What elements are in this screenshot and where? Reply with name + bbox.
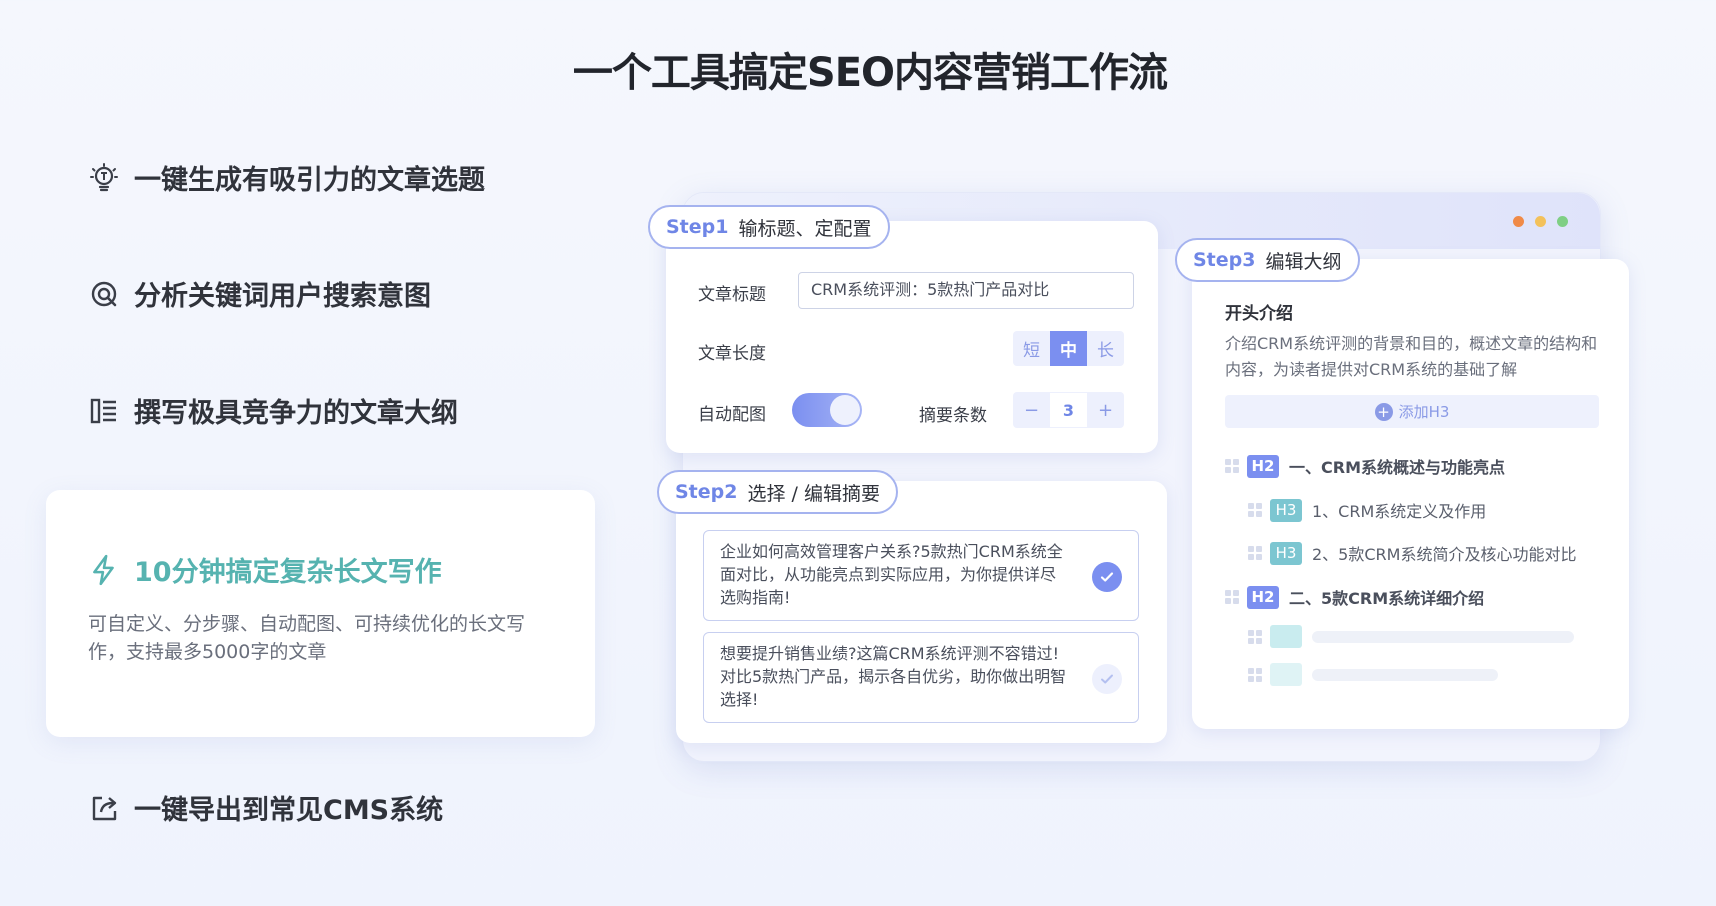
article-title-input[interactable]: CRM系统评测：5款热门产品对比 xyxy=(798,272,1134,309)
feature-cms-export[interactable]: 一键导出到常见CMS系统 xyxy=(88,788,443,827)
plus-icon: + xyxy=(1374,402,1393,421)
step-label: 编辑大纲 xyxy=(1265,250,1342,273)
summary-text: 企业如何高效管理客户关系?5款热门CRM系统全面对比，从功能亮点到实际应用，为你… xyxy=(720,542,1063,607)
increment-button[interactable]: + xyxy=(1087,392,1124,428)
window-maximize-dot[interactable] xyxy=(1557,216,1568,227)
length-option-long[interactable]: 长 xyxy=(1087,331,1124,366)
feature-card-longform[interactable]: 10分钟搞定复杂长文写作 可自定义、分步骤、自动配图、可持续优化的长文写作，支持… xyxy=(46,490,595,737)
feature-card-title: 10分钟搞定复杂长文写作 xyxy=(134,557,442,588)
step-number: Step1 xyxy=(666,216,729,238)
outline-text: 2、5款CRM系统简介及核心功能对比 xyxy=(1312,545,1577,564)
placeholder-tag xyxy=(1270,625,1302,648)
heading-tag: H3 xyxy=(1270,498,1302,522)
outline-text: 1、CRM系统定义及作用 xyxy=(1312,502,1487,521)
add-h3-button[interactable]: + 添加H3 xyxy=(1225,395,1599,428)
search-target-icon xyxy=(88,278,120,310)
window-minimize-dot[interactable] xyxy=(1535,216,1546,227)
feature-topic-generation[interactable]: 一键生成有吸引力的文章选题 xyxy=(88,158,485,197)
step-label: 选择 / 编辑摘要 xyxy=(747,482,880,505)
step2-panel: 企业如何高效管理客户关系?5款热门CRM系统全面对比，从功能亮点到实际应用，为你… xyxy=(676,481,1167,743)
outline-item-h2[interactable]: H2 一、CRM系统概述与功能亮点 xyxy=(1225,454,1505,478)
step1-panel: 文章标题 CRM系统评测：5款热门产品对比 文章长度 短 中 长 自动配图 摘要… xyxy=(666,221,1158,453)
outline-item-h2[interactable]: H2 二、5款CRM系统详细介绍 xyxy=(1225,585,1484,609)
feature-label: 撰写极具竞争力的文章大纲 xyxy=(134,398,458,429)
length-option-medium[interactable]: 中 xyxy=(1050,331,1087,366)
window-close-dot[interactable] xyxy=(1513,216,1524,227)
intro-text: 介绍CRM系统评测的背景和目的，概述文章的结构和内容，为读者提供对CRM系统的基… xyxy=(1225,334,1598,379)
feature-outline-writing[interactable]: 撰写极具竞争力的文章大纲 xyxy=(88,391,458,430)
toggle-knob xyxy=(830,395,860,425)
decrement-button[interactable]: − xyxy=(1013,392,1050,428)
length-option-short[interactable]: 短 xyxy=(1013,331,1050,366)
outline-icon xyxy=(88,395,120,427)
outline-item-h3[interactable]: H3 2、5款CRM系统简介及核心功能对比 xyxy=(1248,541,1576,565)
outline-text: 一、CRM系统概述与功能亮点 xyxy=(1289,458,1505,477)
summary-count-label: 摘要条数 xyxy=(919,406,987,426)
step3-pill: Step3 编辑大纲 xyxy=(1175,238,1360,282)
heading-tag: H3 xyxy=(1270,541,1302,565)
step1-pill: Step1 输标题、定配置 xyxy=(648,205,890,249)
add-h3-label: 添加H3 xyxy=(1398,403,1450,421)
step-number: Step2 xyxy=(675,481,738,503)
auto-image-label: 自动配图 xyxy=(698,405,766,425)
placeholder-line xyxy=(1312,668,1498,681)
auto-image-toggle[interactable] xyxy=(792,393,862,427)
summary-count-stepper: − 3 + xyxy=(1013,392,1124,428)
summary-option[interactable]: 企业如何高效管理客户关系?5款热门CRM系统全面对比，从功能亮点到实际应用，为你… xyxy=(703,530,1139,621)
drag-handle-icon xyxy=(1248,667,1262,682)
step-label: 输标题、定配置 xyxy=(738,217,872,240)
feature-search-intent[interactable]: 分析关键词用户搜索意图 xyxy=(88,274,431,313)
feature-label: 分析关键词用户搜索意图 xyxy=(134,281,431,312)
summary-option[interactable]: 想要提升销售业绩?这篇CRM系统评测不容错过!对比5款热门产品，揭示各自优劣，助… xyxy=(703,632,1139,723)
feature-label: 一键生成有吸引力的文章选题 xyxy=(134,165,485,196)
check-icon[interactable] xyxy=(1092,664,1122,694)
summary-text: 想要提升销售业绩?这篇CRM系统评测不容错过!对比5款热门产品，揭示各自优劣，助… xyxy=(720,644,1067,709)
export-icon xyxy=(88,792,120,824)
step2-pill: Step2 选择 / 编辑摘要 xyxy=(657,470,898,514)
summary-count-value[interactable]: 3 xyxy=(1050,392,1087,428)
step3-panel: 开头介绍 介绍CRM系统评测的背景和目的，概述文章的结构和内容，为读者提供对CR… xyxy=(1192,259,1629,729)
intro-title: 开头介绍 xyxy=(1225,304,1293,324)
outline-placeholder-row xyxy=(1248,625,1574,648)
title-label: 文章标题 xyxy=(698,285,766,305)
feature-label: 一键导出到常见CMS系统 xyxy=(134,795,444,826)
drag-handle-icon xyxy=(1248,629,1262,644)
outline-item-h3[interactable]: H3 1、CRM系统定义及作用 xyxy=(1248,498,1486,522)
page-title: 一个工具搞定SEO内容营销工作流 xyxy=(572,50,1168,96)
placeholder-line xyxy=(1312,630,1574,643)
feature-card-desc: 可自定义、分步骤、自动配图、可持续优化的长文写作，支持最多5000字的文章 xyxy=(88,613,526,663)
drag-handle-icon[interactable] xyxy=(1225,459,1239,473)
length-label: 文章长度 xyxy=(698,344,766,364)
drag-handle-icon[interactable] xyxy=(1225,590,1239,604)
outline-text: 二、5款CRM系统详细介绍 xyxy=(1289,589,1485,608)
lightbulb-icon xyxy=(88,162,120,194)
heading-tag: H2 xyxy=(1247,454,1279,478)
lightning-icon xyxy=(88,554,120,586)
step-number: Step3 xyxy=(1193,249,1256,271)
placeholder-tag xyxy=(1270,663,1302,686)
drag-handle-icon[interactable] xyxy=(1248,503,1262,517)
outline-placeholder-row xyxy=(1248,663,1498,686)
check-icon[interactable] xyxy=(1092,562,1122,592)
length-segmented-control: 短 中 长 xyxy=(1013,331,1124,366)
drag-handle-icon[interactable] xyxy=(1248,546,1262,560)
heading-tag: H2 xyxy=(1247,585,1279,609)
